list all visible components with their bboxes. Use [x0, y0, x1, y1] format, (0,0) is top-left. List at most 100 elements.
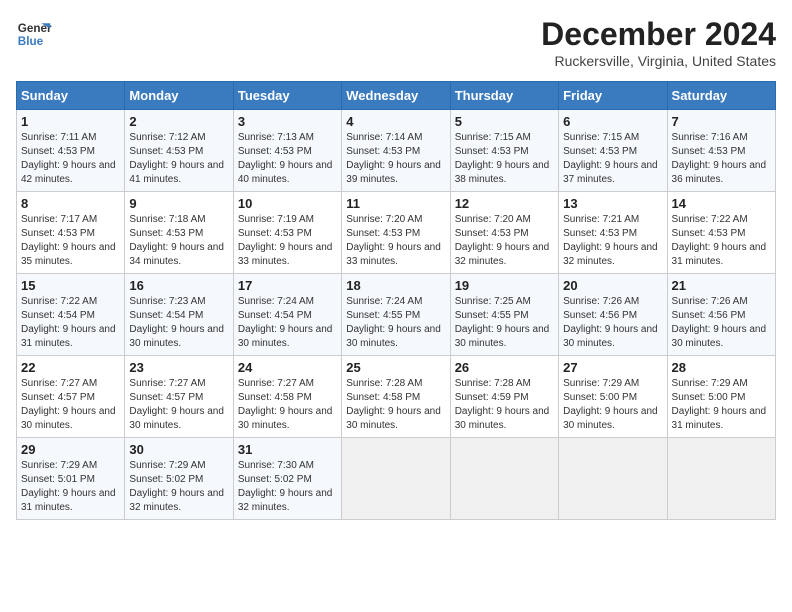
- calendar-cell: 12 Sunrise: 7:20 AMSunset: 4:53 PMDaylig…: [450, 192, 558, 274]
- day-info: Sunrise: 7:26 AMSunset: 4:56 PMDaylight:…: [563, 296, 658, 349]
- week-row-3: 15 Sunrise: 7:22 AMSunset: 4:54 PMDaylig…: [17, 274, 776, 356]
- day-number: 29: [21, 442, 120, 457]
- day-info: Sunrise: 7:18 AMSunset: 4:53 PMDaylight:…: [129, 214, 224, 267]
- calendar-cell: 8 Sunrise: 7:17 AMSunset: 4:53 PMDayligh…: [17, 192, 125, 274]
- day-header-tuesday: Tuesday: [233, 82, 341, 110]
- day-info: Sunrise: 7:30 AMSunset: 5:02 PMDaylight:…: [238, 460, 333, 513]
- day-number: 4: [346, 114, 445, 129]
- day-header-saturday: Saturday: [667, 82, 775, 110]
- day-info: Sunrise: 7:28 AMSunset: 4:58 PMDaylight:…: [346, 378, 441, 431]
- month-title: December 2024: [541, 16, 776, 53]
- day-info: Sunrise: 7:29 AMSunset: 5:00 PMDaylight:…: [672, 378, 767, 431]
- calendar-cell: 14 Sunrise: 7:22 AMSunset: 4:53 PMDaylig…: [667, 192, 775, 274]
- location: Ruckersville, Virginia, United States: [541, 53, 776, 69]
- calendar-cell: [667, 438, 775, 520]
- day-number: 5: [455, 114, 554, 129]
- calendar-cell: 5 Sunrise: 7:15 AMSunset: 4:53 PMDayligh…: [450, 110, 558, 192]
- calendar-cell: 3 Sunrise: 7:13 AMSunset: 4:53 PMDayligh…: [233, 110, 341, 192]
- day-header-wednesday: Wednesday: [342, 82, 450, 110]
- week-row-1: 1 Sunrise: 7:11 AMSunset: 4:53 PMDayligh…: [17, 110, 776, 192]
- day-info: Sunrise: 7:11 AMSunset: 4:53 PMDaylight:…: [21, 132, 116, 185]
- day-info: Sunrise: 7:21 AMSunset: 4:53 PMDaylight:…: [563, 214, 658, 267]
- calendar-cell: 22 Sunrise: 7:27 AMSunset: 4:57 PMDaylig…: [17, 356, 125, 438]
- day-info: Sunrise: 7:20 AMSunset: 4:53 PMDaylight:…: [346, 214, 441, 267]
- day-number: 26: [455, 360, 554, 375]
- calendar-table: SundayMondayTuesdayWednesdayThursdayFrid…: [16, 81, 776, 520]
- day-number: 12: [455, 196, 554, 211]
- day-number: 9: [129, 196, 228, 211]
- day-header-thursday: Thursday: [450, 82, 558, 110]
- calendar-cell: 16 Sunrise: 7:23 AMSunset: 4:54 PMDaylig…: [125, 274, 233, 356]
- day-number: 10: [238, 196, 337, 211]
- day-info: Sunrise: 7:20 AMSunset: 4:53 PMDaylight:…: [455, 214, 550, 267]
- page-header: General Blue December 2024 Ruckersville,…: [16, 16, 776, 69]
- day-number: 18: [346, 278, 445, 293]
- day-info: Sunrise: 7:26 AMSunset: 4:56 PMDaylight:…: [672, 296, 767, 349]
- calendar-cell: 2 Sunrise: 7:12 AMSunset: 4:53 PMDayligh…: [125, 110, 233, 192]
- day-info: Sunrise: 7:15 AMSunset: 4:53 PMDaylight:…: [563, 132, 658, 185]
- day-number: 20: [563, 278, 662, 293]
- day-number: 14: [672, 196, 771, 211]
- calendar-cell: 29 Sunrise: 7:29 AMSunset: 5:01 PMDaylig…: [17, 438, 125, 520]
- day-number: 25: [346, 360, 445, 375]
- week-row-5: 29 Sunrise: 7:29 AMSunset: 5:01 PMDaylig…: [17, 438, 776, 520]
- day-number: 28: [672, 360, 771, 375]
- calendar-cell: 23 Sunrise: 7:27 AMSunset: 4:57 PMDaylig…: [125, 356, 233, 438]
- day-info: Sunrise: 7:13 AMSunset: 4:53 PMDaylight:…: [238, 132, 333, 185]
- calendar-cell: 6 Sunrise: 7:15 AMSunset: 4:53 PMDayligh…: [559, 110, 667, 192]
- day-info: Sunrise: 7:24 AMSunset: 4:55 PMDaylight:…: [346, 296, 441, 349]
- calendar-cell: 24 Sunrise: 7:27 AMSunset: 4:58 PMDaylig…: [233, 356, 341, 438]
- day-number: 24: [238, 360, 337, 375]
- day-info: Sunrise: 7:27 AMSunset: 4:57 PMDaylight:…: [21, 378, 116, 431]
- day-info: Sunrise: 7:22 AMSunset: 4:54 PMDaylight:…: [21, 296, 116, 349]
- calendar-cell: 26 Sunrise: 7:28 AMSunset: 4:59 PMDaylig…: [450, 356, 558, 438]
- calendar-cell: 4 Sunrise: 7:14 AMSunset: 4:53 PMDayligh…: [342, 110, 450, 192]
- calendar-cell: 13 Sunrise: 7:21 AMSunset: 4:53 PMDaylig…: [559, 192, 667, 274]
- calendar-cell: 19 Sunrise: 7:25 AMSunset: 4:55 PMDaylig…: [450, 274, 558, 356]
- day-info: Sunrise: 7:16 AMSunset: 4:53 PMDaylight:…: [672, 132, 767, 185]
- day-info: Sunrise: 7:12 AMSunset: 4:53 PMDaylight:…: [129, 132, 224, 185]
- day-number: 8: [21, 196, 120, 211]
- calendar-cell: 17 Sunrise: 7:24 AMSunset: 4:54 PMDaylig…: [233, 274, 341, 356]
- day-number: 30: [129, 442, 228, 457]
- day-number: 3: [238, 114, 337, 129]
- day-info: Sunrise: 7:27 AMSunset: 4:57 PMDaylight:…: [129, 378, 224, 431]
- day-number: 16: [129, 278, 228, 293]
- day-number: 2: [129, 114, 228, 129]
- calendar-cell: 9 Sunrise: 7:18 AMSunset: 4:53 PMDayligh…: [125, 192, 233, 274]
- calendar-cell: 20 Sunrise: 7:26 AMSunset: 4:56 PMDaylig…: [559, 274, 667, 356]
- day-number: 11: [346, 196, 445, 211]
- calendar-cell: 18 Sunrise: 7:24 AMSunset: 4:55 PMDaylig…: [342, 274, 450, 356]
- day-info: Sunrise: 7:28 AMSunset: 4:59 PMDaylight:…: [455, 378, 550, 431]
- day-number: 6: [563, 114, 662, 129]
- calendar-cell: 27 Sunrise: 7:29 AMSunset: 5:00 PMDaylig…: [559, 356, 667, 438]
- day-number: 31: [238, 442, 337, 457]
- day-number: 17: [238, 278, 337, 293]
- day-number: 1: [21, 114, 120, 129]
- calendar-cell: 11 Sunrise: 7:20 AMSunset: 4:53 PMDaylig…: [342, 192, 450, 274]
- calendar-cell: 30 Sunrise: 7:29 AMSunset: 5:02 PMDaylig…: [125, 438, 233, 520]
- day-info: Sunrise: 7:29 AMSunset: 5:00 PMDaylight:…: [563, 378, 658, 431]
- calendar-cell: 21 Sunrise: 7:26 AMSunset: 4:56 PMDaylig…: [667, 274, 775, 356]
- day-number: 19: [455, 278, 554, 293]
- day-header-monday: Monday: [125, 82, 233, 110]
- logo: General Blue: [16, 16, 52, 52]
- day-info: Sunrise: 7:24 AMSunset: 4:54 PMDaylight:…: [238, 296, 333, 349]
- calendar-cell: 28 Sunrise: 7:29 AMSunset: 5:00 PMDaylig…: [667, 356, 775, 438]
- day-info: Sunrise: 7:19 AMSunset: 4:53 PMDaylight:…: [238, 214, 333, 267]
- week-row-2: 8 Sunrise: 7:17 AMSunset: 4:53 PMDayligh…: [17, 192, 776, 274]
- day-info: Sunrise: 7:22 AMSunset: 4:53 PMDaylight:…: [672, 214, 767, 267]
- day-number: 22: [21, 360, 120, 375]
- calendar-cell: [450, 438, 558, 520]
- day-info: Sunrise: 7:27 AMSunset: 4:58 PMDaylight:…: [238, 378, 333, 431]
- calendar-cell: 10 Sunrise: 7:19 AMSunset: 4:53 PMDaylig…: [233, 192, 341, 274]
- week-row-4: 22 Sunrise: 7:27 AMSunset: 4:57 PMDaylig…: [17, 356, 776, 438]
- day-info: Sunrise: 7:29 AMSunset: 5:01 PMDaylight:…: [21, 460, 116, 513]
- day-info: Sunrise: 7:29 AMSunset: 5:02 PMDaylight:…: [129, 460, 224, 513]
- day-info: Sunrise: 7:23 AMSunset: 4:54 PMDaylight:…: [129, 296, 224, 349]
- day-number: 27: [563, 360, 662, 375]
- title-block: December 2024 Ruckersville, Virginia, Un…: [541, 16, 776, 69]
- calendar-cell: 31 Sunrise: 7:30 AMSunset: 5:02 PMDaylig…: [233, 438, 341, 520]
- day-header-friday: Friday: [559, 82, 667, 110]
- day-number: 21: [672, 278, 771, 293]
